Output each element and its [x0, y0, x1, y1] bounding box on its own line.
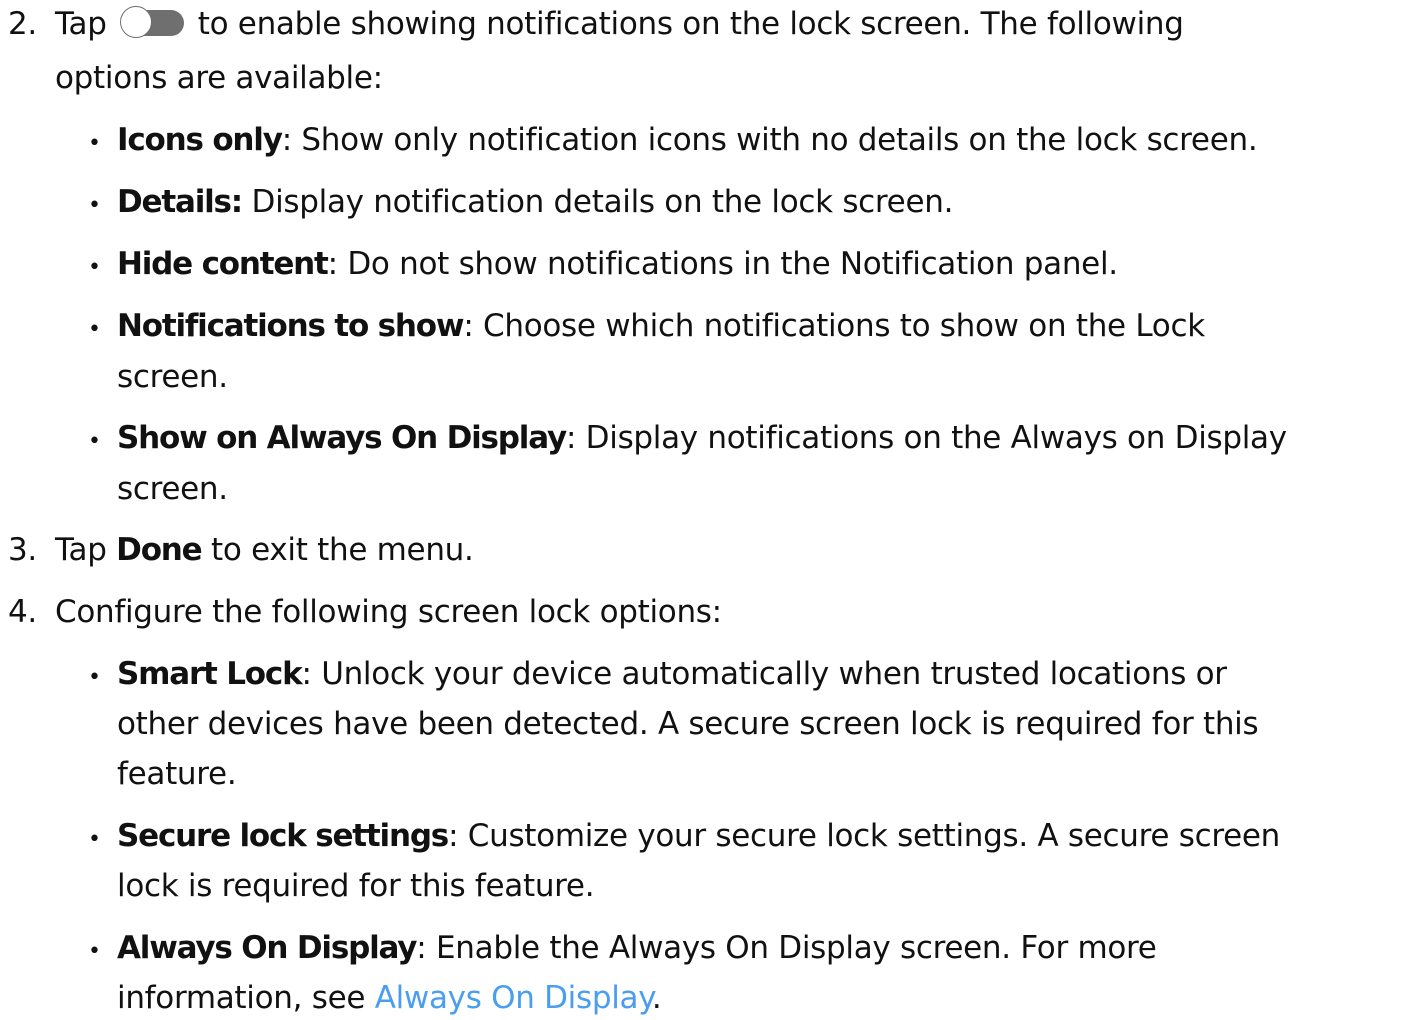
step-4-number: 4.	[8, 594, 37, 630]
step-2-number: 2.	[8, 6, 37, 42]
option-always-on-display: Always On Display: Enable the Always On …	[117, 930, 1157, 966]
option-term: Details:	[117, 184, 243, 220]
option-hide-content: Hide content: Do not show notifications …	[117, 246, 1118, 282]
bullet-icon: •	[88, 131, 101, 156]
bullet-icon: •	[88, 665, 101, 690]
bullet-icon: •	[88, 255, 101, 280]
step-3-line: Tap Done to exit the menu.	[55, 532, 474, 568]
toggle-knob	[120, 6, 153, 38]
bullet-icon: •	[88, 193, 101, 218]
option-term: Notifications to show	[117, 308, 465, 344]
step-2-line-2: options are available:	[55, 60, 383, 96]
option-show-on-aod: Show on Always On Display: Display notif…	[117, 420, 1287, 456]
option-smart-lock: Smart Lock: Unlock your device automatic…	[117, 656, 1227, 692]
option-desc: : Enable the Always On Display screen. F…	[416, 930, 1157, 966]
step-2-instruction: to enable showing notifications on the l…	[197, 6, 1184, 42]
option-term: Icons only	[117, 122, 283, 158]
option-desc-continued: other devices have been detected. A secu…	[117, 706, 1259, 742]
option-desc-text: information, see	[117, 980, 375, 1016]
option-desc-continued: lock is required for this feature.	[117, 868, 595, 904]
step-2-line-1: Tap to enable showing notifications on t…	[55, 6, 1184, 42]
option-desc: : Unlock your device automatically when …	[301, 656, 1228, 692]
option-desc: : Do not show notifications in the Notif…	[327, 246, 1118, 282]
option-desc-continued: screen.	[117, 359, 228, 395]
bullet-icon: •	[88, 827, 101, 852]
option-icons-only: Icons only: Show only notification icons…	[117, 122, 1258, 158]
option-desc: Display notification details on the lock…	[242, 184, 954, 220]
bullet-icon: •	[88, 317, 101, 342]
option-notifications-to-show: Notifications to show: Choose which noti…	[117, 308, 1205, 344]
toggle-switch-icon	[120, 6, 185, 40]
option-details: Details: Display notification details on…	[117, 184, 953, 220]
option-desc: : Display notifications on the Always on…	[565, 420, 1287, 456]
option-desc: : Show only notification icons with no d…	[281, 122, 1258, 158]
option-term: Hide content	[117, 246, 329, 282]
bullet-icon: •	[88, 429, 101, 454]
option-desc-continued: feature.	[117, 756, 237, 792]
option-desc: : Choose which notifications to show on …	[463, 308, 1205, 344]
option-desc-continued: information, see Always On Display.	[117, 980, 662, 1016]
option-term: Smart Lock	[117, 656, 303, 692]
option-term: Secure lock settings	[117, 818, 449, 854]
bullet-icon: •	[88, 939, 101, 964]
done-term: Done	[116, 532, 203, 568]
option-secure-lock-settings: Secure lock settings: Customize your sec…	[117, 818, 1280, 854]
step-4-line: Configure the following screen lock opti…	[55, 594, 722, 630]
option-term: Always On Display	[117, 930, 417, 966]
option-desc-text: .	[651, 980, 662, 1016]
step-3-number: 3.	[8, 532, 37, 568]
option-term: Show on Always On Display	[117, 420, 567, 456]
step-3-instruction: to exit the menu.	[211, 532, 474, 568]
step-2-tap-text: Tap	[55, 6, 107, 42]
always-on-display-link[interactable]: Always On Display	[375, 980, 652, 1016]
step-3-tap-text: Tap	[55, 532, 107, 568]
option-desc: : Customize your secure lock settings. A…	[448, 818, 1280, 854]
option-desc-continued: screen.	[117, 471, 228, 507]
